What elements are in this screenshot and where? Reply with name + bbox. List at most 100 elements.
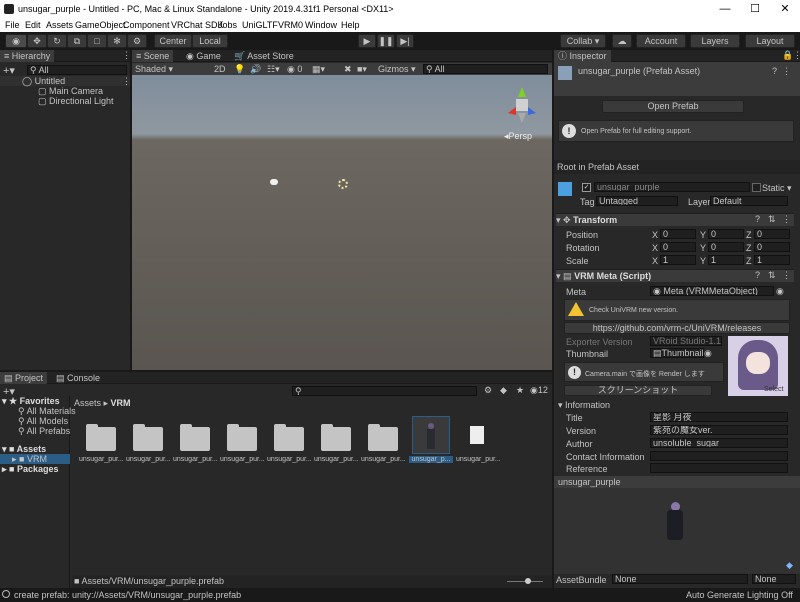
transform-settings-icon[interactable]: ⇅ <box>768 214 776 225</box>
custom-tool-icon[interactable]: ⚙ <box>127 34 147 48</box>
scale-x-field[interactable]: 1 <box>660 255 696 265</box>
maximize-button[interactable]: ☐ <box>740 0 770 18</box>
filter-label-icon[interactable]: ◆ <box>500 385 507 396</box>
orientation-gizmo-icon[interactable] <box>500 83 544 127</box>
object-name-field[interactable]: unsugar_purple <box>594 182 750 192</box>
rotation-z-field[interactable]: 0 <box>754 242 790 252</box>
effects-toggle-icon[interactable]: ☷▾ <box>267 64 280 75</box>
collab-button[interactable]: Collab ▾ <box>560 34 606 48</box>
asset-label[interactable]: unsugar_pur... <box>267 456 311 463</box>
thumbnail-field[interactable]: ▤Thumbnail <box>650 348 704 358</box>
hand-tool-icon[interactable]: ◉ <box>5 34 27 48</box>
asset-label[interactable]: unsugar_pur... <box>79 456 123 463</box>
thumbnail-preview[interactable]: Select <box>728 336 788 396</box>
lock-icon[interactable]: 🔒 <box>782 50 793 61</box>
asset-label[interactable]: unsugar_pur... <box>220 456 264 463</box>
move-tool-icon[interactable]: ✥ <box>27 34 47 48</box>
folder-icon[interactable] <box>86 424 116 451</box>
asset-label-selected[interactable]: unsugar_p... <box>409 456 453 463</box>
tools-icon[interactable]: ✖ <box>344 64 352 75</box>
folder-icon[interactable] <box>180 424 210 451</box>
prefab-thumbnail[interactable] <box>412 416 450 454</box>
filter-type-icon[interactable]: ⚙ <box>484 385 492 396</box>
transform-help-icon[interactable]: ? <box>755 214 760 224</box>
favorite-icon[interactable]: ★ <box>516 385 524 396</box>
menu-window[interactable]: Window <box>305 20 337 30</box>
menu-vrchat-sdk[interactable]: VRChat SDK <box>171 20 224 30</box>
grid-toggle-icon[interactable]: ▦▾ <box>312 64 325 75</box>
active-checkbox[interactable]: ✓ <box>582 183 591 192</box>
fav-all-prefabs[interactable]: ⚲ All Prefabs <box>18 426 70 436</box>
menu-jobs[interactable]: Jobs <box>218 20 237 30</box>
tab-hierarchy[interactable]: ≡ Hierarchy <box>0 50 55 62</box>
hierarchy-item-main-camera[interactable]: ▢ Main Camera <box>38 86 103 96</box>
help-icon[interactable]: ? <box>772 66 777 76</box>
hidden-objects-counter[interactable]: ◉ 0 <box>287 64 302 75</box>
packages-node[interactable]: ▸ ■ Packages <box>2 464 59 474</box>
transform-menu-icon[interactable]: ⋮ <box>782 214 791 225</box>
2d-toggle[interactable]: 2D <box>214 64 226 74</box>
preview-header[interactable]: unsugar_purple <box>554 476 800 488</box>
asset-label[interactable]: unsugar_pur... <box>456 456 500 463</box>
menu-component[interactable]: Component <box>123 20 170 30</box>
hierarchy-search-input[interactable]: ⚲ All <box>27 65 127 75</box>
light-gizmo-icon[interactable] <box>338 179 348 189</box>
minimize-button[interactable]: — <box>710 0 740 18</box>
play-icon[interactable]: ▶ <box>358 34 376 48</box>
rotation-y-field[interactable]: 0 <box>708 242 744 252</box>
rect-tool-icon[interactable]: □ <box>87 34 107 48</box>
static-checkbox[interactable] <box>752 183 761 192</box>
file-icon[interactable] <box>470 426 484 444</box>
tab-game[interactable]: ◉ Game <box>182 50 225 62</box>
asset-label[interactable]: unsugar_pur... <box>314 456 358 463</box>
scene-viewport[interactable]: ◂Persp <box>132 75 552 370</box>
tag-icon[interactable]: ◆ <box>786 560 793 571</box>
assetbundle-variant-dropdown[interactable]: None <box>752 574 796 584</box>
scale-tool-icon[interactable]: ⧉ <box>67 34 87 48</box>
close-button[interactable]: ✕ <box>770 0 800 18</box>
fav-all-materials[interactable]: ⚲ All Materials <box>18 406 76 416</box>
folder-icon[interactable] <box>274 424 304 451</box>
position-z-field[interactable]: 0 <box>754 229 790 239</box>
vrm-folder-node[interactable]: ▸ ■ VRM <box>0 454 70 464</box>
camera-settings-icon[interactable]: ■▾ <box>357 64 367 75</box>
rotate-tool-icon[interactable]: ↻ <box>47 34 67 48</box>
scene-row[interactable]: ◯ Untitled <box>0 76 130 86</box>
screenshot-button[interactable]: スクリーンショット <box>564 385 712 396</box>
folder-icon[interactable] <box>321 424 351 451</box>
thumbnail-picker-icon[interactable]: ◉ <box>704 348 712 359</box>
univrm-releases-button[interactable]: https://github.com/vrm-c/UniVRM/releases <box>564 322 790 334</box>
static-label[interactable]: Static ▾ <box>762 183 792 194</box>
camera-gizmo-icon[interactable] <box>270 179 278 185</box>
audio-toggle-icon[interactable]: 🔊 <box>250 64 261 75</box>
preview-area[interactable]: ◆ <box>554 488 800 574</box>
cloud-icon[interactable]: ☁ <box>612 34 632 48</box>
select-label[interactable]: Select <box>764 386 783 393</box>
scene-menu-icon[interactable]: ⋮ <box>122 76 131 87</box>
tab-project[interactable]: ▤ Project <box>0 372 48 384</box>
info-version-field[interactable]: 紫苑の魔女ver. <box>650 425 788 435</box>
hidden-packages-icon[interactable]: ◉12 <box>530 385 548 396</box>
scale-z-field[interactable]: 1 <box>754 255 790 265</box>
scene-search-input[interactable]: ⚲ All <box>423 64 548 74</box>
gizmos-dropdown[interactable]: Gizmos ▾ <box>378 64 416 75</box>
open-prefab-button[interactable]: Open Prefab <box>602 100 744 113</box>
icon-size-slider-handle[interactable] <box>525 578 531 584</box>
layer-dropdown[interactable]: Default <box>710 196 788 206</box>
tab-console[interactable]: ▤ Console <box>52 372 104 384</box>
favorites-node[interactable]: ▾ ★ Favorites <box>2 396 60 406</box>
menu-edit[interactable]: Edit <box>25 20 41 30</box>
information-foldout[interactable]: ▾ Information <box>558 400 610 411</box>
info-author-field[interactable]: unsoluble_sugar <box>650 438 788 448</box>
rotation-x-field[interactable]: 0 <box>660 242 696 252</box>
project-search-input[interactable]: ⚲ <box>292 386 477 396</box>
layers-dropdown[interactable]: Layers <box>690 34 740 48</box>
folder-icon[interactable] <box>133 424 163 451</box>
pivot-center-button[interactable]: Center <box>154 34 192 48</box>
shading-dropdown[interactable]: Shaded ▾ <box>135 64 173 75</box>
asset-label[interactable]: unsugar_pur... <box>173 456 217 463</box>
vrm-meta-help-icon[interactable]: ? <box>755 270 760 280</box>
account-dropdown[interactable]: Account <box>636 34 686 48</box>
transform-tool-icon[interactable]: ✻ <box>107 34 127 48</box>
lighting-status[interactable]: Auto Generate Lighting Off <box>686 590 793 600</box>
